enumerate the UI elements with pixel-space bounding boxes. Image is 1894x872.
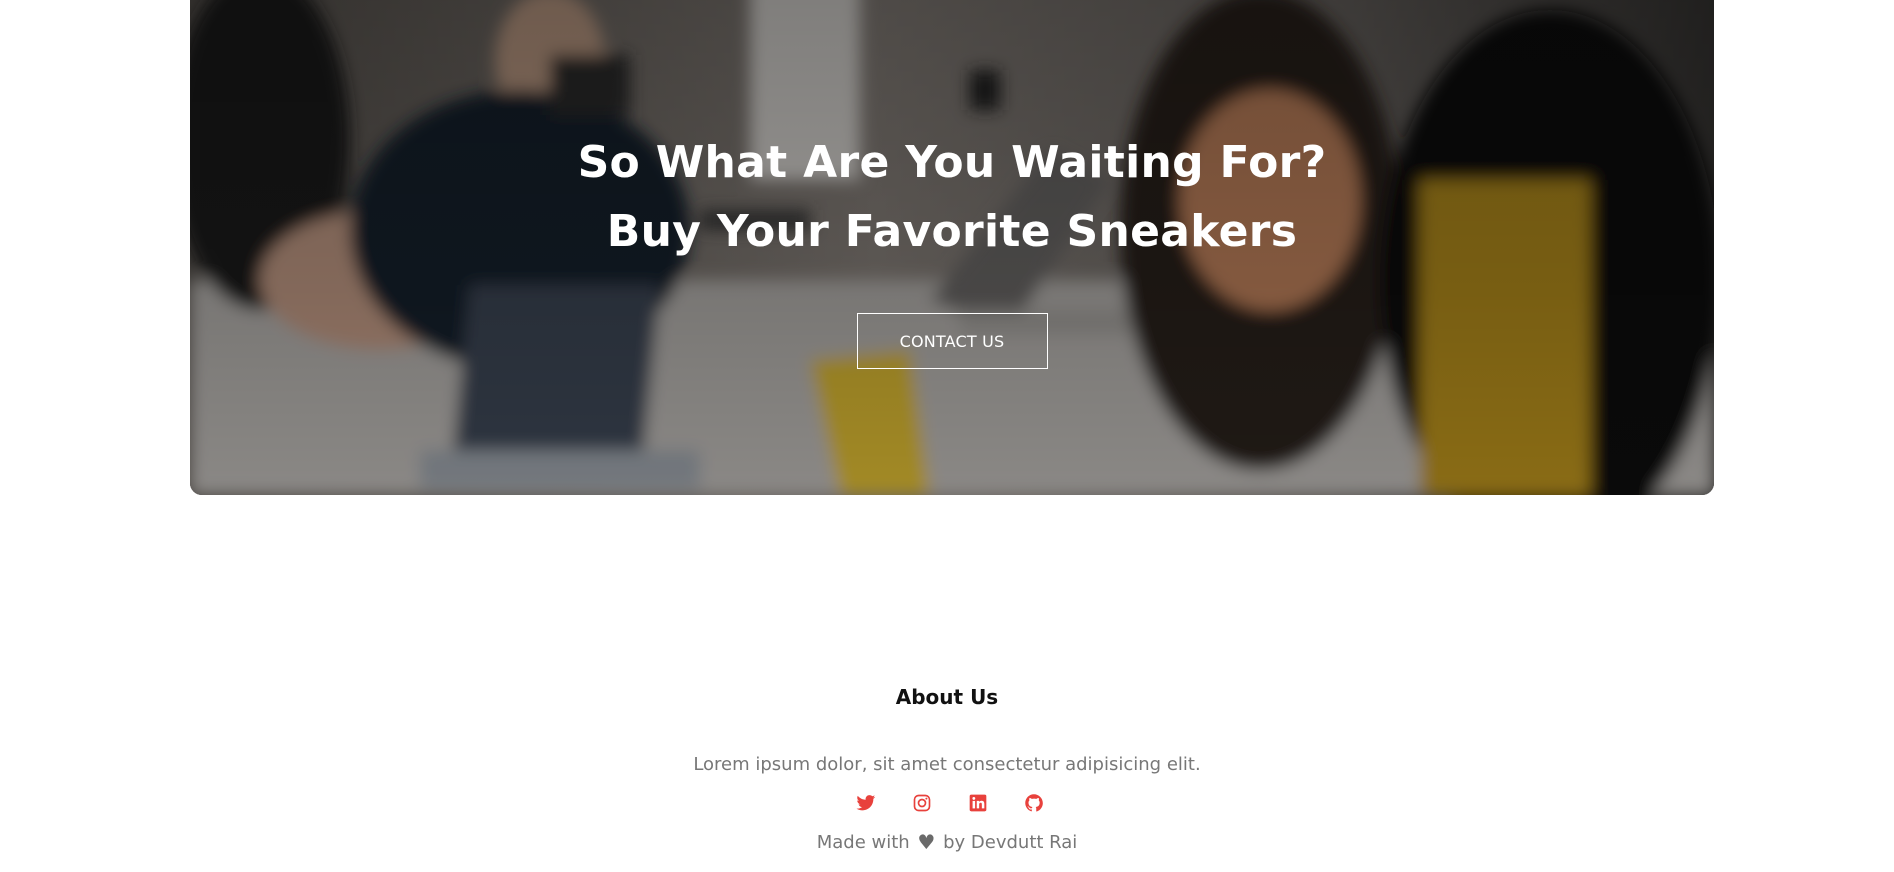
cta-heading-line-2: Buy Your Favorite Sneakers: [606, 206, 1298, 257]
cta-content: So What Are You Waiting For? Buy Your Fa…: [190, 128, 1714, 369]
footer-title: About Us: [895, 685, 999, 709]
instagram-icon: [913, 794, 931, 812]
made-with-credit: Made with ♥ by Devdutt Rai: [0, 829, 1894, 856]
twitter-icon: [856, 795, 876, 811]
twitter-link[interactable]: [856, 793, 876, 813]
heart-icon: ♥: [917, 830, 936, 854]
github-link[interactable]: [1024, 793, 1044, 813]
page: So What Are You Waiting For? Buy Your Fa…: [0, 0, 1894, 872]
social-links: [0, 793, 1894, 815]
github-icon: [1025, 794, 1043, 812]
made-with-author: by Devdutt Rai: [943, 832, 1078, 853]
cta-heading: So What Are You Waiting For? Buy Your Fa…: [190, 128, 1714, 266]
contact-us-button[interactable]: CONTACT US: [856, 313, 1048, 369]
footer: About Us Lorem ipsum dolor, sit amet con…: [0, 680, 1894, 856]
footer-description: Lorem ipsum dolor, sit amet consectetur …: [693, 754, 1201, 775]
linkedin-icon: [969, 794, 987, 812]
linkedin-link[interactable]: [968, 793, 988, 813]
cta-heading-line-1: So What Are You Waiting For?: [577, 137, 1327, 188]
cta-banner: So What Are You Waiting For? Buy Your Fa…: [190, 0, 1714, 495]
instagram-link[interactable]: [912, 793, 932, 813]
made-with-prefix: Made with: [816, 832, 910, 853]
